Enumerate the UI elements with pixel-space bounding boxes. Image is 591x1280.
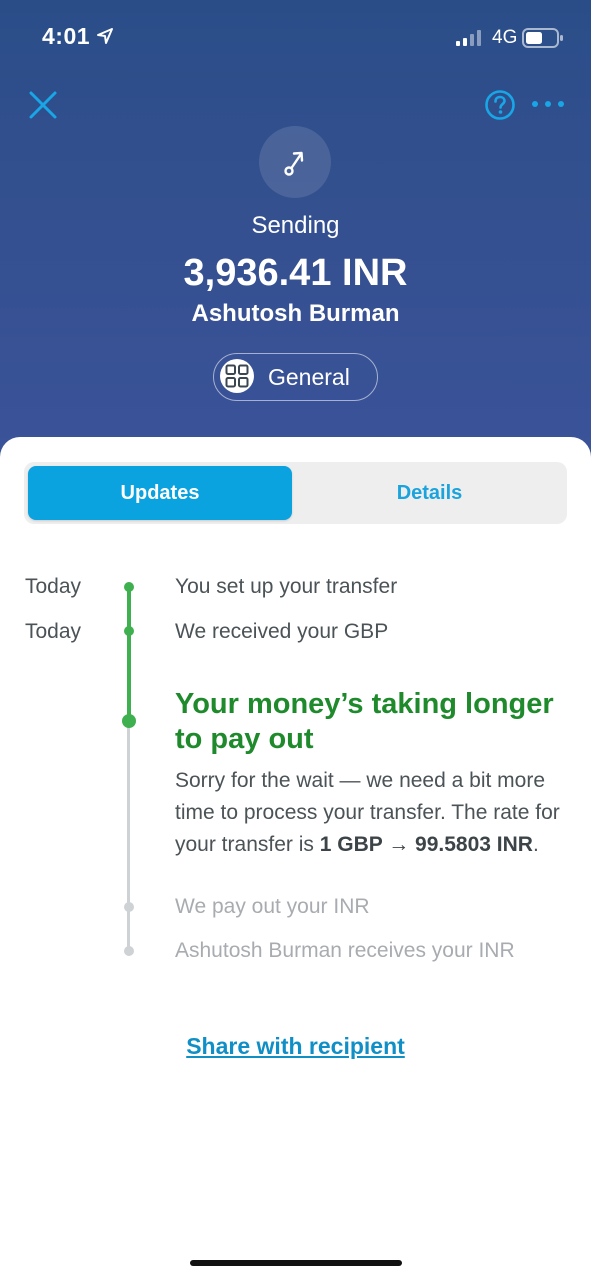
exchange-rate: 1 GBP → 99.5803 INR	[319, 833, 533, 856]
transfer-header: 4:01 4G Sending 3,936.41 INR Ashutosh Bu…	[0, 0, 591, 470]
tab-details[interactable]: Details	[296, 466, 563, 520]
transfer-type-badge	[259, 126, 331, 198]
status-time: 4:01	[42, 23, 91, 49]
more-options-button[interactable]	[531, 96, 565, 112]
network-label: 4G	[492, 27, 518, 48]
close-icon	[29, 91, 57, 119]
signal-icon	[456, 30, 481, 46]
timeline-progress-line	[127, 585, 131, 721]
battery-icon	[522, 28, 563, 48]
delay-alert-title: Your money’s taking longer to pay out	[175, 688, 554, 755]
timeline-pending-line	[127, 721, 130, 951]
step-label: We pay out your INR	[175, 895, 370, 918]
step-pending-dot	[124, 902, 134, 912]
location-arrow-icon	[97, 28, 113, 44]
home-indicator[interactable]	[190, 1260, 402, 1266]
more-dots-icon	[532, 101, 564, 107]
segmented-tabs: Updates Details	[24, 462, 567, 524]
step-complete-dot	[124, 626, 134, 636]
step-pending-dot	[124, 946, 134, 956]
category-button[interactable]: General	[213, 353, 378, 401]
help-icon	[485, 90, 515, 120]
step-label: You set up your transfer	[175, 575, 398, 598]
delay-alert-body: Sorry for the wait — we need a bit more …	[175, 765, 575, 861]
step-current-dot	[122, 714, 136, 728]
recipient-name: Ashutosh Burman	[191, 300, 400, 327]
share-with-recipient-link[interactable]: Share with recipient	[0, 1033, 591, 1060]
help-button[interactable]	[484, 89, 516, 121]
step-complete-dot	[124, 582, 134, 592]
step-day: Today	[25, 575, 82, 598]
delay-alert-text-end: .	[532, 833, 539, 856]
step-label: We received your GBP	[175, 620, 389, 643]
close-button[interactable]	[28, 90, 58, 120]
grid-icon	[225, 364, 249, 388]
transfer-status: Sending	[251, 212, 340, 239]
tab-updates[interactable]: Updates	[28, 466, 292, 520]
step-label: Ashutosh Burman receives your INR	[175, 939, 515, 962]
category-icon-badge	[220, 359, 254, 393]
send-arrow-icon	[284, 151, 304, 176]
step-day: Today	[25, 620, 82, 643]
category-label: General	[268, 364, 350, 390]
status-bar: 4:01 4G	[0, 0, 591, 76]
transfer-amount: 3,936.41 INR	[183, 252, 408, 294]
transfer-details-sheet: Updates Details Today You set up your tr…	[0, 437, 591, 1280]
